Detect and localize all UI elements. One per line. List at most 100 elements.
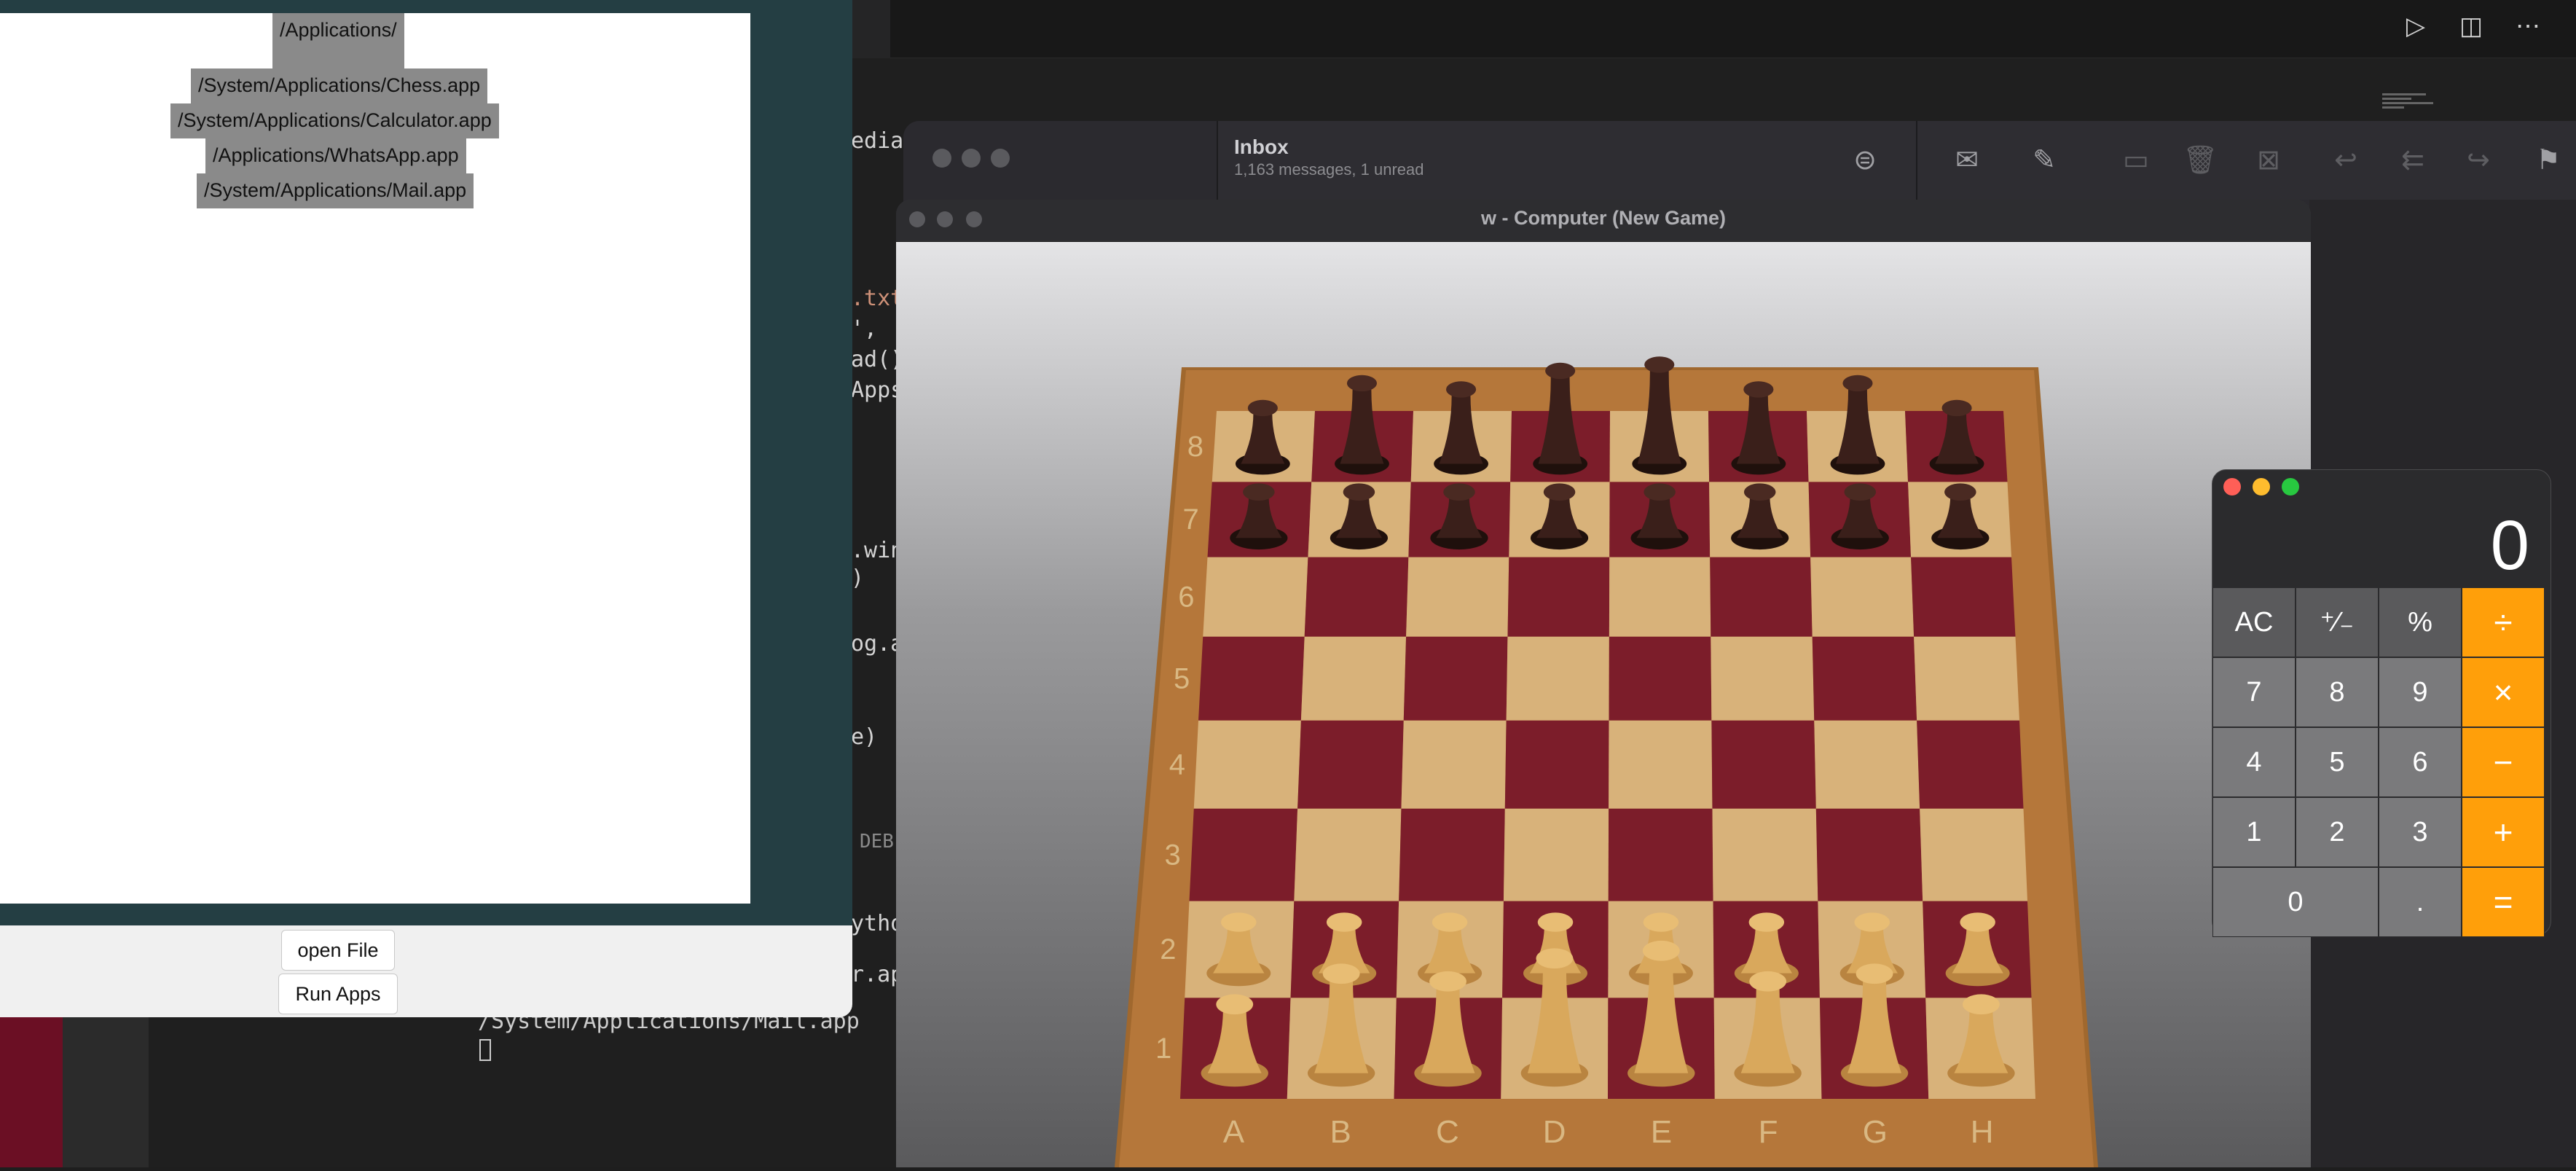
calc-key-operator[interactable]: − [2462,727,2545,797]
board-square[interactable] [1712,808,1818,901]
app-list[interactable]: /Applications/ /System/Applications/Ches… [0,13,750,904]
board-square[interactable] [1609,636,1712,721]
board-square[interactable] [1810,557,1915,637]
board-square[interactable] [1401,720,1507,809]
calc-key-digit[interactable]: 0 [2212,867,2379,937]
board-square[interactable] [1399,808,1505,901]
file-label: D [1543,1114,1566,1150]
calc-key-function[interactable]: ⁺∕₋ [2296,587,2379,657]
filter-icon[interactable]: ⊜ [1847,143,1882,178]
run-apps-button[interactable]: Run Apps [278,974,398,1014]
get-mail-icon[interactable]: ✉ [1949,143,1984,178]
calc-key-operator[interactable]: + [2462,797,2545,867]
calc-key-digit[interactable]: 5 [2296,727,2379,797]
board-square[interactable] [1609,557,1711,637]
calc-key-operator[interactable]: ÷ [2462,587,2545,657]
compose-icon[interactable]: ✎ [2027,143,2062,178]
code-fragment: edia [851,128,904,154]
rank-label: 4 [1169,749,1185,781]
file-label: B [1330,1114,1351,1150]
play-icon[interactable]: ▷ [2401,12,2430,41]
calc-key-digit[interactable]: 6 [2379,727,2462,797]
calc-key-digit[interactable]: . [2379,867,2462,937]
reply-all-icon[interactable]: ⇇ [2395,143,2430,178]
chess-window-title: w - Computer (New Game) [1480,207,1727,229]
list-item[interactable]: /System/Applications/Chess.app [191,68,488,103]
list-item[interactable]: /System/Applications/Calculator.app [170,103,499,138]
board-square[interactable] [1198,636,1305,721]
board-square[interactable] [1920,808,2027,901]
file-label: A [1223,1114,1245,1150]
board-square[interactable] [1711,636,1815,721]
calc-key-function[interactable]: AC [2212,587,2296,657]
calc-key-digit[interactable]: 2 [2296,797,2379,867]
file-label: H [1971,1114,1994,1150]
minimize-button[interactable] [2253,478,2270,496]
board-square[interactable] [1609,720,1713,809]
calc-key-digit[interactable]: 3 [2379,797,2462,867]
board-square[interactable] [1503,808,1609,901]
board-square[interactable] [1300,636,1407,721]
open-file-button[interactable]: open File [281,930,395,971]
code-fragment: ) [851,565,865,591]
board-square[interactable] [1297,720,1404,809]
list-item[interactable]: /Applications/ [272,13,404,71]
close-button[interactable] [932,149,951,168]
board-square[interactable] [1507,557,1610,637]
zoom-button[interactable] [2282,478,2299,496]
board-square[interactable] [1304,557,1409,637]
board-square[interactable] [1189,808,1298,901]
forward-icon[interactable]: ↪ [2461,143,2496,178]
archive-icon[interactable]: ▭ [2118,143,2153,178]
board-square[interactable] [1506,636,1609,721]
board-square[interactable] [1294,808,1402,901]
board-square[interactable] [1812,636,1917,721]
calc-key-digit[interactable]: 8 [2296,657,2379,727]
board-square[interactable] [1406,557,1509,637]
split-editor-icon[interactable]: ◫ [2457,12,2486,41]
board-square[interactable] [1815,808,1923,901]
more-icon[interactable]: ⋯ [2513,12,2542,41]
calc-key-digit[interactable]: 9 [2379,657,2462,727]
code-fragment: ', [851,316,891,342]
chess-scene: 8 7 6 5 4 3 2 1 A B C D E F G H [896,242,2311,1167]
chess-board[interactable]: 8 7 6 5 4 3 2 1 A B C D E F G H [896,242,2311,1167]
rank-label: 8 [1187,431,1203,463]
list-item[interactable]: /System/Applications/Mail.app [197,173,474,208]
calc-key-function[interactable]: % [2379,587,2462,657]
board-square[interactable] [1504,720,1609,809]
list-item[interactable]: /Applications/WhatsApp.app [205,138,466,173]
trash-icon[interactable]: 🗑 [2183,143,2218,178]
flag-icon[interactable]: ⚑ [2531,143,2566,178]
activity-bar-accent [0,1017,63,1167]
board-square[interactable] [1914,636,2019,721]
mailbox-summary: 1,163 messages, 1 unread [1234,160,1424,179]
board-square[interactable] [1710,557,1813,637]
terminal-cursor [479,1039,491,1061]
calc-key-digit[interactable]: 4 [2212,727,2296,797]
code-fragment: e) [851,724,878,750]
close-button[interactable] [2223,478,2241,496]
reply-icon[interactable]: ↩ [2328,143,2363,178]
board-square[interactable] [1403,636,1508,721]
toolbar-divider [1916,121,1917,200]
calculator-display: 0 [2490,506,2529,584]
zoom-button[interactable] [991,149,1010,168]
calc-key-digit[interactable]: 1 [2212,797,2296,867]
debug-tab[interactable]: DEB [860,831,894,853]
calc-key-digit[interactable]: 7 [2212,657,2296,727]
board-square[interactable] [1193,720,1301,809]
board-square[interactable] [1711,720,1816,809]
calc-key-operator[interactable]: × [2462,657,2545,727]
rank-label: 5 [1174,663,1190,695]
board-square[interactable] [1814,720,1920,809]
minimize-button[interactable] [962,149,981,168]
rank-label: 1 [1155,1033,1171,1065]
board-square[interactable] [1203,557,1308,637]
board-square[interactable] [1917,720,2024,809]
junk-icon[interactable]: ⊠ [2251,143,2286,178]
board-square[interactable] [1608,808,1713,901]
board-square[interactable] [1911,557,2016,637]
minimap[interactable] [2382,93,2440,120]
calc-key-operator[interactable]: = [2462,867,2545,937]
